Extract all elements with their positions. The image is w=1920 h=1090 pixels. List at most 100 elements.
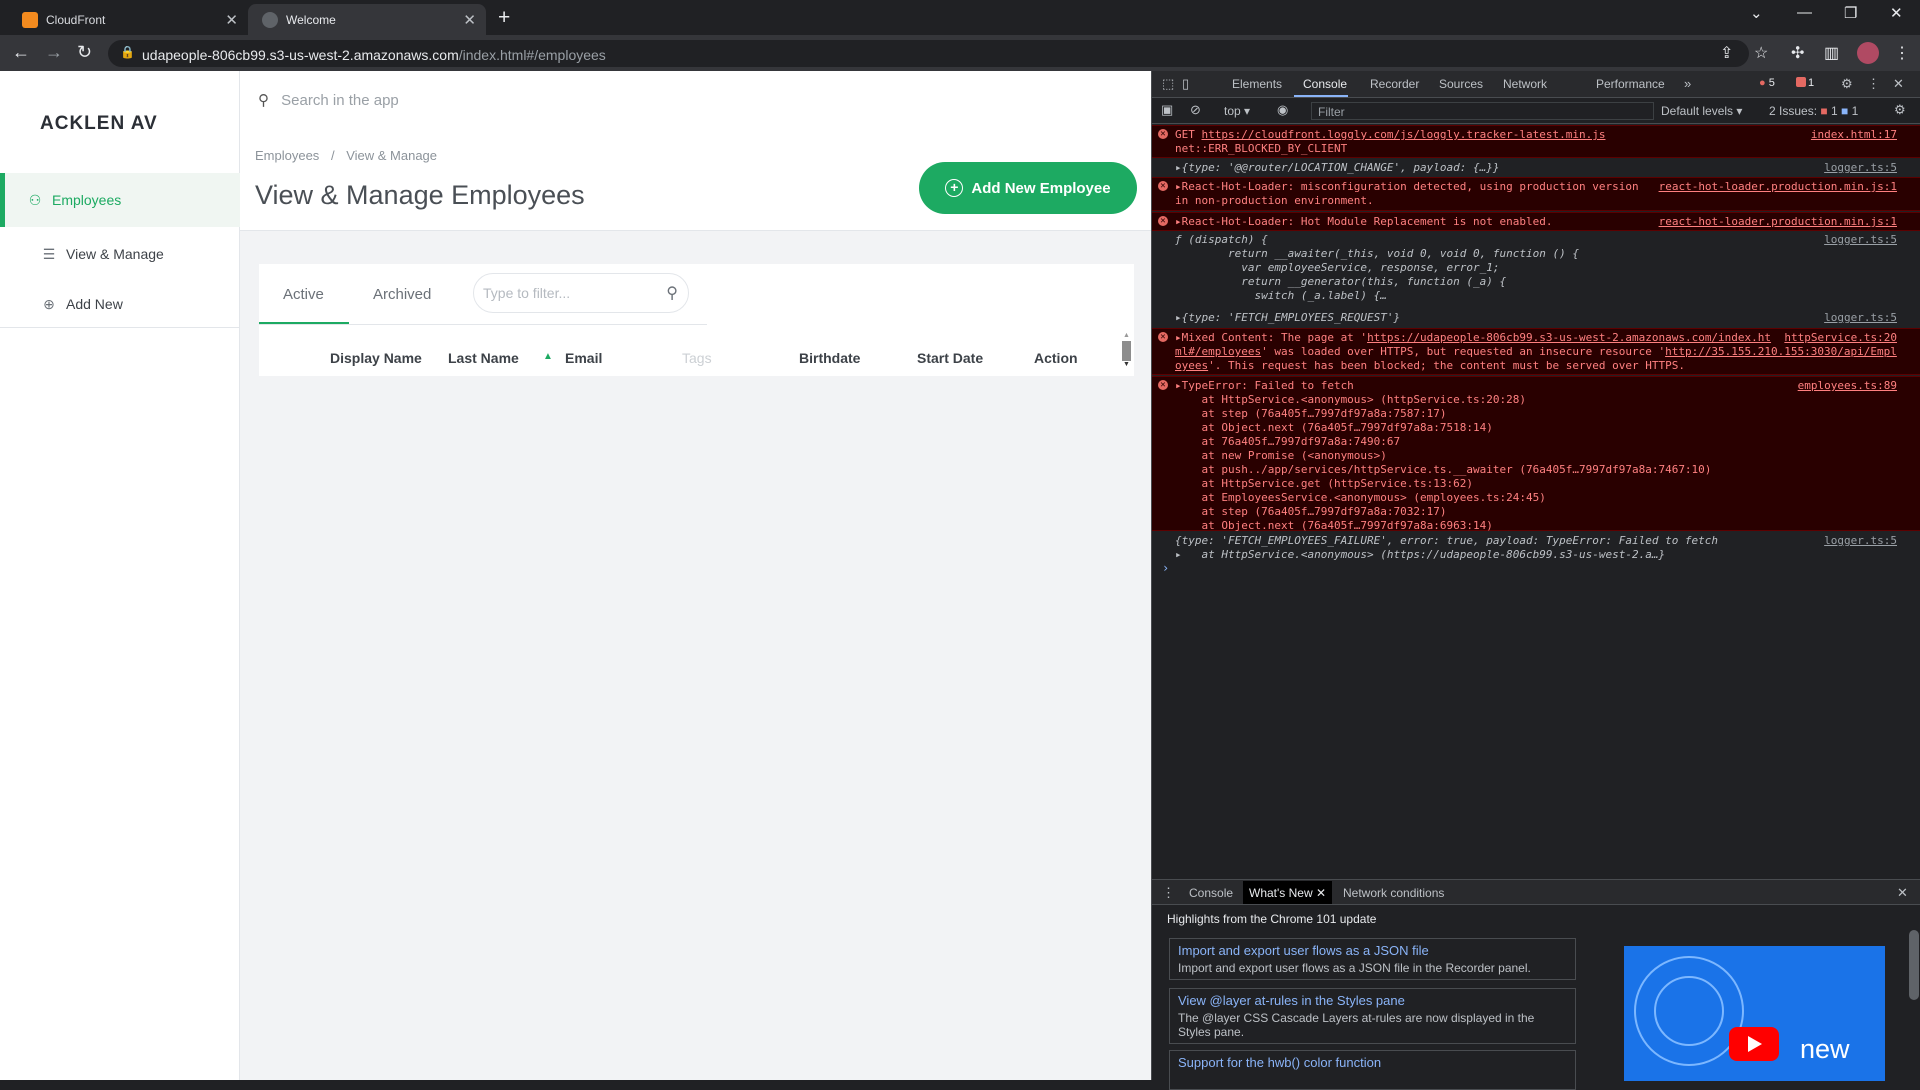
devtools-tab-performance[interactable]: Performance (1596, 77, 1665, 91)
device-toolbar-icon[interactable]: ▯ (1182, 76, 1189, 92)
devtools-tab-elements[interactable]: Elements (1232, 77, 1282, 91)
issues-counter[interactable]: 2 Issues: ■ 1 ■ 1 (1769, 104, 1858, 118)
active-tab-indicator (259, 322, 349, 324)
reload-button[interactable]: ↻ (77, 42, 92, 63)
sidebar-item-label: View & Manage (66, 246, 164, 262)
devtools-tab-console[interactable]: Console (1303, 77, 1347, 91)
drawer-tab-whats-new[interactable]: What's New ✕ (1243, 881, 1333, 904)
add-new-employee-button[interactable]: + Add New Employee (919, 162, 1137, 214)
column-header-display-name[interactable]: Display Name (330, 350, 422, 366)
tab-search-icon[interactable]: ⌄ (1750, 4, 1763, 22)
sidebar-item-add-new[interactable]: ⊕ Add New (0, 277, 240, 331)
menu-kebab-icon[interactable]: ⋮ (1894, 43, 1910, 63)
column-header-last-name[interactable]: Last Name (448, 350, 519, 366)
drawer-tab-console[interactable]: Console (1189, 886, 1233, 900)
console-link[interactable]: https://cloudfront.loggly.com/js/loggly.… (1202, 128, 1606, 141)
devtools-tab-sources[interactable]: Sources (1439, 77, 1483, 91)
item-title[interactable]: View @layer at-rules in the Styles pane (1178, 993, 1567, 1008)
search-icon: ⚲ (666, 285, 678, 302)
sidebar-toggle-icon[interactable]: ▣ (1161, 102, 1173, 118)
tab-archived[interactable]: Archived (373, 286, 431, 303)
youtube-play-icon[interactable] (1729, 1027, 1779, 1061)
close-tab-icon[interactable]: ✕ (225, 11, 238, 29)
browser-tab-welcome[interactable]: Welcome ✕ (248, 4, 486, 35)
source-link[interactable]: logger.ts:5 (1824, 311, 1897, 325)
drawer-tab-network-conditions[interactable]: Network conditions (1343, 886, 1444, 900)
console-message-error: ✕ GET https://cloudfront.loggly.com/js/l… (1152, 125, 1920, 158)
whats-new-item[interactable]: View @layer at-rules in the Styles pane … (1169, 988, 1576, 1044)
back-button[interactable]: ← (12, 42, 30, 63)
filter-input[interactable]: Type to filter... ⚲ (473, 273, 689, 313)
side-panel-icon[interactable]: ▥ (1824, 43, 1839, 63)
bookmark-star-icon[interactable]: ☆ (1754, 43, 1768, 63)
restore-button[interactable]: ❐ (1844, 4, 1857, 22)
table-scrollbar[interactable]: ▲ ▼ (1122, 332, 1131, 376)
address-bar[interactable]: 🔒 udapeople-806cb99.s3-us-west-2.amazona… (108, 40, 1749, 67)
drawer-menu-icon[interactable]: ⋮ (1162, 885, 1175, 901)
app-search[interactable]: ⚲ Search in the app (258, 91, 399, 109)
whats-new-item[interactable]: Import and export user flows as a JSON f… (1169, 938, 1576, 980)
drawer-scrollbar[interactable] (1909, 930, 1919, 1000)
profile-avatar[interactable] (1857, 42, 1879, 64)
decorative-ring (1654, 976, 1724, 1046)
customize-kebab-icon[interactable]: ⋮ (1867, 76, 1880, 92)
console-prompt-icon[interactable]: › (1162, 561, 1169, 575)
console-message-log[interactable]: ▸{type: 'FETCH_EMPLOYEES_REQUEST'} logge… (1152, 309, 1920, 327)
clear-console-icon[interactable]: ⊘ (1190, 102, 1201, 118)
live-expression-eye-icon[interactable]: ◉ (1277, 102, 1288, 118)
close-drawer-icon[interactable]: ✕ (1897, 885, 1908, 901)
sidebar-item-view-manage[interactable]: ☰ View & Manage (0, 227, 240, 281)
item-title[interactable]: Support for the hwb() color function (1178, 1055, 1567, 1070)
minimize-button[interactable]: — (1797, 4, 1812, 21)
sort-ascending-icon[interactable]: ▲ (543, 351, 553, 362)
source-link[interactable]: logger.ts:5 (1824, 534, 1897, 548)
source-link[interactable]: employees.ts:89 (1798, 379, 1897, 393)
console-message-error[interactable]: ✕ ▸React-Hot-Loader: misconfiguration de… (1152, 177, 1920, 211)
source-link[interactable]: logger.ts:5 (1824, 161, 1897, 175)
log-levels-dropdown[interactable]: Default levels ▾ (1661, 104, 1742, 118)
devtools-tab-network[interactable]: Network (1503, 77, 1547, 91)
inspect-element-icon[interactable]: ⬚ (1162, 76, 1174, 92)
url-text: udapeople-806cb99.s3-us-west-2.amazonaws… (142, 47, 606, 63)
new-tab-button[interactable]: + (498, 6, 510, 30)
console-message-error[interactable]: ✕ ▸TypeError: Failed to fetch at HttpSer… (1152, 376, 1920, 532)
tab-active[interactable]: Active (283, 286, 324, 303)
column-header-birthdate[interactable]: Birthdate (799, 350, 860, 366)
whats-new-item[interactable]: Support for the hwb() color function (1169, 1050, 1576, 1090)
close-devtools-icon[interactable]: ✕ (1893, 76, 1904, 92)
share-icon[interactable]: ⇪ (1720, 43, 1733, 63)
error-count-badge[interactable]: ● 5 (1759, 77, 1775, 89)
column-header-email[interactable]: Email (565, 350, 602, 366)
console-message-log[interactable]: ƒ (dispatch) { return __awaiter(_this, v… (1152, 231, 1920, 307)
column-header-start-date[interactable]: Start Date (917, 350, 983, 366)
page-header: ⚲ Search in the app Employees / View & M… (240, 71, 1151, 231)
context-selector[interactable]: top ▾ (1224, 104, 1250, 118)
close-tab-icon[interactable]: ✕ (463, 11, 476, 29)
more-tabs-icon[interactable]: » (1684, 76, 1691, 91)
browser-tab-cloudfront[interactable]: CloudFront ✕ (8, 4, 248, 35)
item-title[interactable]: Import and export user flows as a JSON f… (1178, 943, 1567, 958)
sidebar-item-label: Employees (52, 192, 122, 208)
employees-table-card: Active Archived Type to filter... ⚲ Disp… (259, 264, 1134, 376)
whats-new-video-thumbnail[interactable]: new (1624, 946, 1885, 1081)
forward-button[interactable]: → (45, 42, 63, 63)
breadcrumb-root[interactable]: Employees (255, 148, 319, 163)
settings-gear-icon[interactable]: ⚙ (1841, 76, 1853, 92)
close-window-button[interactable]: ✕ (1890, 4, 1903, 22)
console-filter-input[interactable]: Filter (1311, 102, 1654, 120)
sidebar-item-employees[interactable]: ⚇ Employees (0, 173, 240, 227)
source-link[interactable]: httpService.ts:20 (1784, 331, 1897, 345)
console-message-error[interactable]: ✕ ▸React-Hot-Loader: Hot Module Replacem… (1152, 212, 1920, 231)
source-link[interactable]: react-hot-loader.production.min.js:1 (1659, 215, 1897, 229)
source-link[interactable]: index.html:17 (1811, 128, 1897, 142)
thumbnail-text: new (1800, 1034, 1850, 1064)
source-link[interactable]: logger.ts:5 (1824, 233, 1897, 247)
source-link[interactable]: react-hot-loader.production.min.js:1 (1659, 180, 1897, 194)
console-message-log[interactable]: {type: 'FETCH_EMPLOYEES_FAILURE', error:… (1152, 532, 1920, 564)
console-message-error[interactable]: ✕ ▸Mixed Content: The page at 'https://u… (1152, 328, 1920, 375)
devtools-tab-recorder[interactable]: Recorder (1370, 77, 1419, 91)
issue-count-badge[interactable]: 1 (1796, 77, 1814, 89)
extensions-puzzle-icon[interactable]: ✣ (1791, 43, 1804, 63)
console-settings-gear-icon[interactable]: ⚙ (1894, 102, 1906, 118)
console-message-log[interactable]: ▸{type: '@@router/LOCATION_CHANGE', payl… (1152, 159, 1920, 177)
